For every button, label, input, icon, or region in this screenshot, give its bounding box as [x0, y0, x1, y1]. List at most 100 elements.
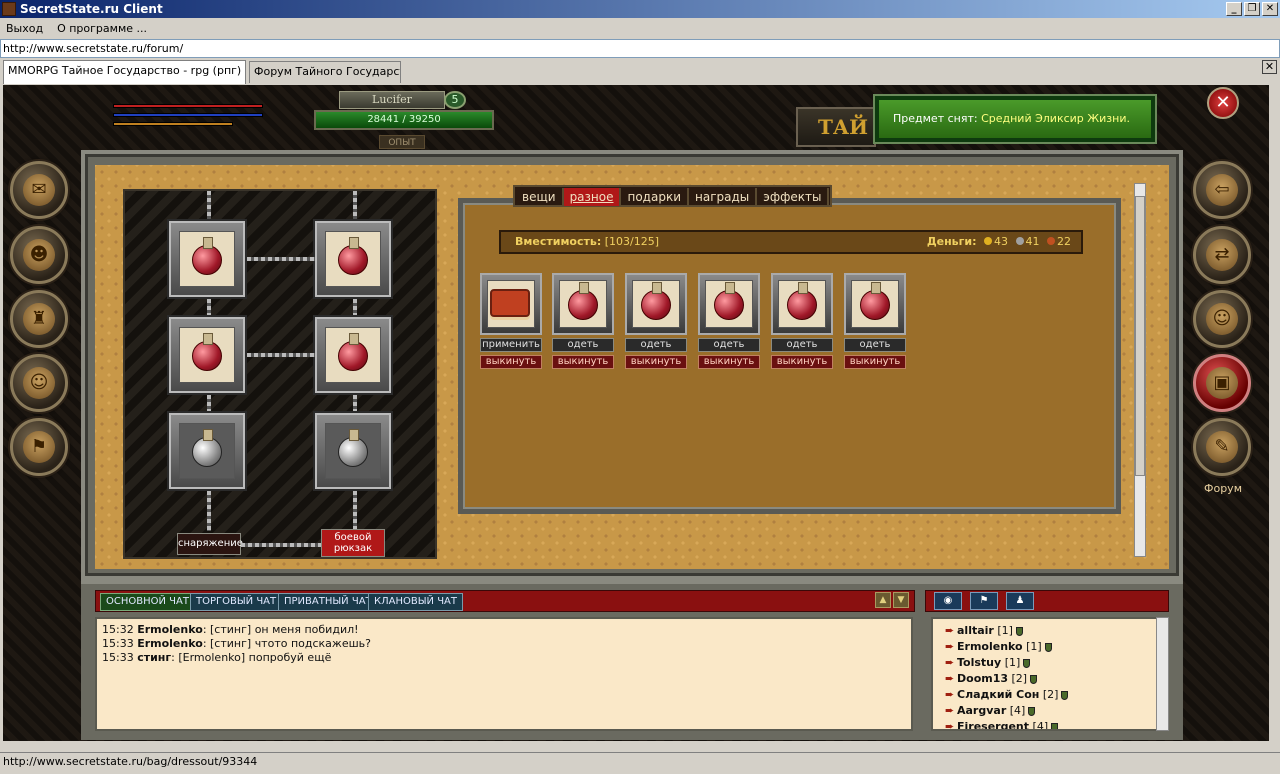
- window-horizontal-scrollbar[interactable]: [0, 741, 1280, 751]
- equip-button[interactable]: одеть: [552, 338, 614, 352]
- drop-button[interactable]: выкинуть: [698, 355, 760, 369]
- menu-exit[interactable]: Выход: [6, 22, 43, 35]
- nav-scroll-button[interactable]: ✉: [10, 161, 68, 219]
- character-icon: ☻: [23, 239, 55, 271]
- inv-tab-effects[interactable]: эффекты: [757, 188, 830, 206]
- item-slot[interactable]: [480, 273, 542, 335]
- user-panel-toolbar: ◉ ⚑ ♟: [925, 590, 1169, 612]
- inv-tab-misc[interactable]: разное: [563, 188, 622, 206]
- equipment-tab-button[interactable]: снаряжение: [177, 533, 243, 555]
- nav-exchange-button[interactable]: ⇄: [1193, 226, 1251, 284]
- item-slot[interactable]: [844, 273, 906, 335]
- potion-icon: [860, 282, 890, 321]
- item-slot[interactable]: [698, 273, 760, 335]
- user-item[interactable]: ➨ Сладкий Сон [2]: [945, 687, 1167, 703]
- equip-button[interactable]: одеть: [698, 338, 760, 352]
- nav-people-button[interactable]: ☺: [1193, 290, 1251, 348]
- stamina-bar: [113, 122, 233, 126]
- inventory-scrollbar[interactable]: [1134, 183, 1146, 557]
- notice-item: Средний Эликсир Жизни.: [981, 112, 1130, 125]
- address-bar[interactable]: http://www.secretstate.ru/forum/: [0, 39, 1280, 58]
- equip-slot-1[interactable]: [169, 221, 245, 297]
- people-icon[interactable]: ♟: [1006, 592, 1034, 610]
- equip-button[interactable]: одеть: [625, 338, 687, 352]
- gold-coin-icon: [984, 237, 992, 245]
- nav-back-button[interactable]: ⇦: [1193, 161, 1251, 219]
- close-tab-icon[interactable]: ✕: [1262, 60, 1277, 74]
- backpack-tab-button[interactable]: боевой рюкзак: [321, 529, 385, 557]
- user-item[interactable]: ➨ Firesergent [4]: [945, 719, 1167, 729]
- nav-forum-button[interactable]: ✎: [1193, 418, 1251, 476]
- user-item[interactable]: ➨ Doom13 [2]: [945, 671, 1167, 687]
- drop-button[interactable]: выкинуть: [480, 355, 542, 369]
- equip-slot-2[interactable]: [315, 221, 391, 297]
- forum-label: Форум: [1204, 482, 1242, 495]
- globe-icon[interactable]: ◉: [934, 592, 962, 610]
- chat-tab-clan[interactable]: КЛАНОВЫЙ ЧАТ: [368, 593, 463, 611]
- close-button[interactable]: ✕: [1262, 2, 1278, 16]
- inv-tab-things[interactable]: вещи: [516, 188, 564, 206]
- chat-tab-private[interactable]: ПРИВАТНЫЙ ЧАТ: [278, 593, 378, 611]
- money-silver: 41: [1025, 235, 1040, 248]
- chat-tabs: ОСНОВНОЙ ЧАТ ТОРГОВЫЙ ЧАТ ПРИВАТНЫЙ ЧАТ …: [95, 590, 915, 612]
- shield-icon: [1023, 658, 1031, 668]
- tab-forum[interactable]: Форум Тайного Государства: [249, 61, 401, 83]
- menu-about[interactable]: О программе ...: [57, 22, 147, 35]
- exp-separator: /: [402, 114, 406, 125]
- potion-icon: [641, 282, 671, 321]
- inventory-item-2: одеть выкинуть: [552, 273, 614, 369]
- app-icon: [2, 2, 16, 16]
- equip-slot-6[interactable]: [315, 413, 391, 489]
- notification-panel: Предмет снят: Средний Эликсир Жизни.: [873, 94, 1157, 144]
- arrow-up-icon[interactable]: ▲: [875, 592, 891, 608]
- item-slot[interactable]: [771, 273, 833, 335]
- nav-character-button[interactable]: ☻: [10, 226, 68, 284]
- item-slot[interactable]: [552, 273, 614, 335]
- money-label: Деньги:: [926, 235, 977, 248]
- nav-bag-button[interactable]: ▣: [1193, 354, 1251, 412]
- user-item[interactable]: ➨ Ermolenko [1]: [945, 639, 1167, 655]
- drop-button[interactable]: выкинуть: [552, 355, 614, 369]
- inv-tab-gifts[interactable]: подарки: [621, 188, 689, 206]
- game-area: ✉ ☻ ♜ ☺ ⚑ ✕ ⇦ ⇄ ☺ ▣ ✎ Форум Lucifer 5 28…: [3, 85, 1269, 741]
- people-icon: ☺: [1206, 303, 1238, 335]
- window-vertical-scrollbar[interactable]: [1270, 85, 1280, 741]
- scroll-thumb[interactable]: [1135, 196, 1145, 476]
- inv-tab-awards[interactable]: награды: [689, 188, 758, 206]
- equip-slot-3[interactable]: [169, 317, 245, 393]
- chat-tab-trade[interactable]: ТОРГОВЫЙ ЧАТ: [190, 593, 283, 611]
- inventory-item-1: применить выкинуть: [480, 273, 542, 369]
- user-item[interactable]: ➨ Tolstuy [1]: [945, 655, 1167, 671]
- minimize-button[interactable]: _: [1226, 2, 1242, 16]
- tab-mmorpg[interactable]: MMORPG Тайное Государство - rpg (рпг) бр…: [3, 60, 246, 84]
- equip-button[interactable]: одеть: [844, 338, 906, 352]
- browser-tabs: MMORPG Тайное Государство - rpg (рпг) бр…: [0, 59, 1280, 84]
- drop-button[interactable]: выкинуть: [844, 355, 906, 369]
- drop-button[interactable]: выкинуть: [625, 355, 687, 369]
- nav-armor-button[interactable]: ♜: [10, 290, 68, 348]
- notice-prefix: Предмет снят:: [893, 112, 978, 125]
- equip-button[interactable]: одеть: [771, 338, 833, 352]
- game-close-icon[interactable]: ✕: [1207, 87, 1239, 119]
- exp-max: 39250: [408, 114, 441, 125]
- inventory-item-3: одеть выкинуть: [625, 273, 687, 369]
- flag-icon[interactable]: ⚑: [970, 592, 998, 610]
- user-item[interactable]: ➨ alltair [1]: [945, 623, 1167, 639]
- arrow-down-icon[interactable]: ▼: [893, 592, 909, 608]
- chat-tab-main[interactable]: ОСНОВНОЙ ЧАТ: [100, 593, 195, 611]
- exp-label: ОПЫТ: [379, 135, 425, 149]
- user-item[interactable]: ➨ Aargvar [4]: [945, 703, 1167, 719]
- nav-skills-button[interactable]: ☺: [10, 354, 68, 412]
- equip-slot-5[interactable]: [169, 413, 245, 489]
- drop-button[interactable]: выкинуть: [771, 355, 833, 369]
- private-arrow-icon: ➨: [945, 640, 955, 653]
- user-list-scrollbar[interactable]: [1156, 617, 1169, 731]
- maximize-button[interactable]: ❐: [1244, 2, 1260, 16]
- chat-message: 15:33 стинг: [Ermolenko] попробуй ещё: [102, 651, 332, 664]
- private-arrow-icon: ➨: [945, 656, 955, 669]
- use-button[interactable]: применить: [480, 338, 542, 352]
- shield-icon: [1051, 722, 1059, 729]
- equip-slot-4[interactable]: [315, 317, 391, 393]
- nav-clan-button[interactable]: ⚑: [10, 418, 68, 476]
- item-slot[interactable]: [625, 273, 687, 335]
